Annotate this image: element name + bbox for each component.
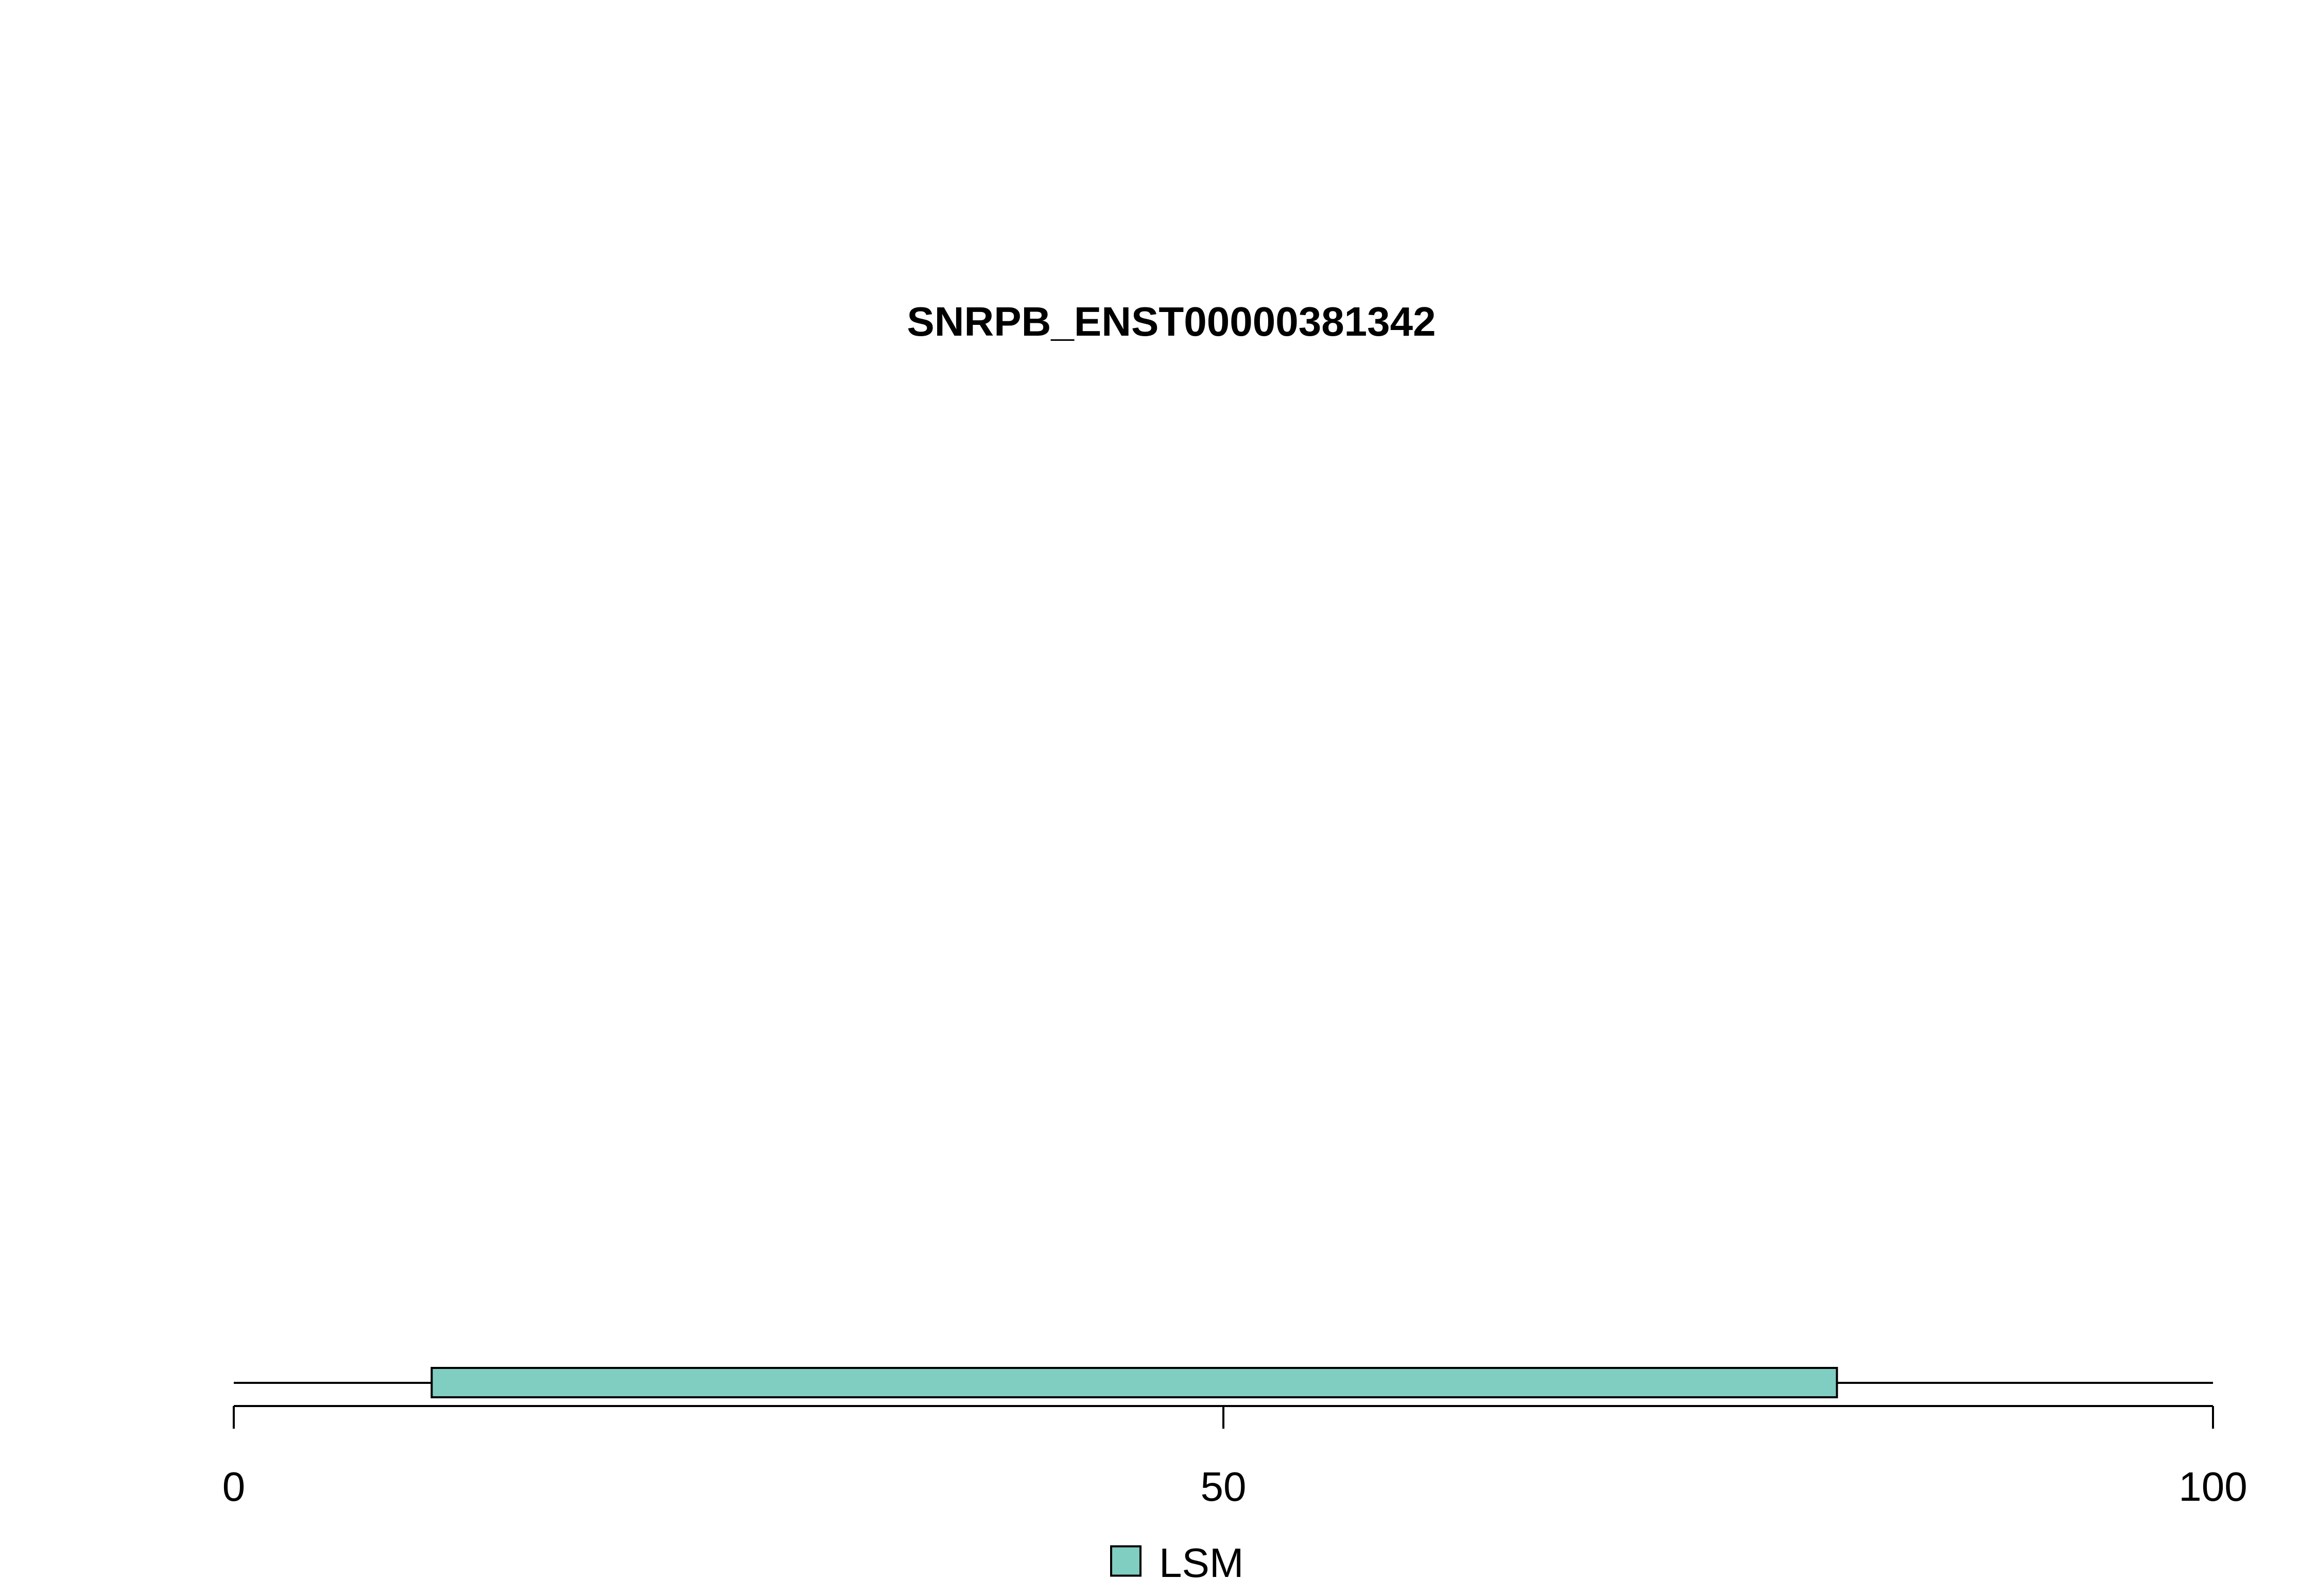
x-tick-label-0: 0 bbox=[222, 1464, 246, 1510]
chart-title: SNRPB_ENST00000381342 bbox=[907, 299, 1436, 344]
protein-domain-chart: SNRPB_ENST00000381342 0 50 100 LSM bbox=[0, 0, 2317, 1596]
chart-background bbox=[0, 0, 2317, 1596]
domain-lsm-box bbox=[430, 1367, 1838, 1398]
legend-label-lsm: LSM bbox=[1159, 1540, 1244, 1586]
x-tick-label-100: 100 bbox=[2178, 1464, 2247, 1510]
x-tick-label-50: 50 bbox=[1201, 1464, 1247, 1510]
legend-swatch-lsm bbox=[1110, 1545, 1142, 1577]
